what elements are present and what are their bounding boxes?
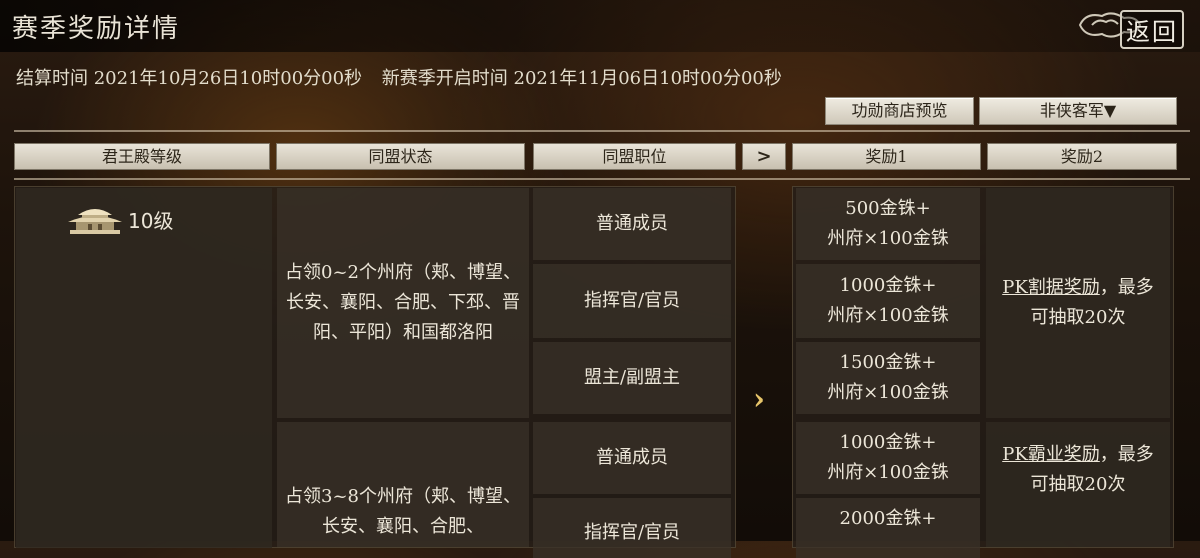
divider xyxy=(14,178,1190,180)
reward1-line1: 1000金铢+ xyxy=(839,275,937,296)
role-cell: 指挥官/官员 xyxy=(533,498,731,558)
role-label: 盟主/副盟主 xyxy=(583,367,681,388)
next-season-time: 新赛季开启时间 2021年11月06日10时00分00秒 xyxy=(381,68,782,89)
reward2-cell: PK霸业奖励，最多可抽取20次 xyxy=(986,422,1170,547)
reward1-line2: 州府×100金铢 xyxy=(827,382,949,403)
reward2-cell: PK割据奖励，最多可抽取20次 xyxy=(986,188,1170,418)
column-reward-2: 奖励2 xyxy=(987,143,1177,170)
alliance-state-text: 占领3~8个州府（郏、博望、长安、襄阳、合肥、 xyxy=(285,486,521,537)
palace-level-value: 10级 xyxy=(128,209,174,233)
alliance-state-cell: 占领3~8个州府（郏、博望、长安、襄阳、合肥、 xyxy=(277,422,529,547)
role-label: 指挥官/官员 xyxy=(583,522,681,543)
role-cell: 指挥官/官员 xyxy=(533,264,731,338)
reward2-link[interactable]: PK割据奖励 xyxy=(1002,277,1100,298)
reward2-link[interactable]: PK霸业奖励 xyxy=(1002,444,1100,465)
faction-filter-dropdown[interactable]: 非侠客军▼ xyxy=(979,97,1177,125)
page-title: 赛季奖励详情 xyxy=(12,14,181,44)
role-cell: 普通成员 xyxy=(533,188,731,260)
reward1-line1: 2000金铢+ xyxy=(839,508,937,529)
reward1-line2: 州府×100金铢 xyxy=(827,228,949,249)
role-label: 普通成员 xyxy=(596,447,668,468)
next-page-button[interactable]: > xyxy=(742,143,786,170)
reward1-cell: 500金铢+ 州府×100金铢 xyxy=(796,188,980,260)
role-label: 普通成员 xyxy=(596,213,668,234)
shop-preview-button[interactable]: 功勋商店预览 xyxy=(825,97,974,125)
column-alliance-role: 同盟职位 xyxy=(533,143,736,170)
reward1-cell: 1000金铢+ 州府×100金铢 xyxy=(796,422,980,494)
reward1-line2: 州府×100金铢 xyxy=(827,305,949,326)
reward1-cell: 2000金铢+ xyxy=(796,498,980,558)
season-timeline: 结算时间 2021年10月26日10时00分00秒 新赛季开启时间 2021年1… xyxy=(16,64,796,90)
column-alliance-state: 同盟状态 xyxy=(276,143,525,170)
reward2-text: PK霸业奖励，最多可抽取20次 xyxy=(996,440,1160,500)
reward1-cell: 1500金铢+ 州府×100金铢 xyxy=(796,342,980,414)
alliance-state-text: 占领0~2个州府（郏、博望、长安、襄阳、合肥、下邳、晋阳、平阳）和国都洛阳 xyxy=(285,262,521,343)
palace-level-cell xyxy=(16,188,272,548)
chevron-right-icon[interactable]: › xyxy=(753,382,765,417)
reward1-line1: 1500金铢+ xyxy=(839,352,937,373)
back-button[interactable]: 返回 xyxy=(1072,6,1190,49)
reward1-line1: 1000金铢+ xyxy=(839,432,937,453)
reward2-text: PK割据奖励，最多可抽取20次 xyxy=(996,273,1160,333)
reward1-cell: 1000金铢+ 州府×100金铢 xyxy=(796,264,980,338)
back-label[interactable]: 返回 xyxy=(1120,10,1184,49)
reward1-line1: 500金铢+ xyxy=(845,198,931,219)
role-label: 指挥官/官员 xyxy=(583,290,681,311)
palace-icon xyxy=(68,209,122,234)
divider xyxy=(14,130,1190,132)
alliance-state-cell: 占领0~2个州府（郏、博望、长安、襄阳、合肥、下邳、晋阳、平阳）和国都洛阳 xyxy=(277,188,529,418)
reward1-line2: 州府×100金铢 xyxy=(827,462,949,483)
role-cell: 盟主/副盟主 xyxy=(533,342,731,414)
column-palace-level: 君王殿等级 xyxy=(14,143,270,170)
role-cell: 普通成员 xyxy=(533,422,731,494)
settle-time: 结算时间 2021年10月26日10时00分00秒 xyxy=(16,68,363,89)
column-reward-1: 奖励1 xyxy=(792,143,981,170)
